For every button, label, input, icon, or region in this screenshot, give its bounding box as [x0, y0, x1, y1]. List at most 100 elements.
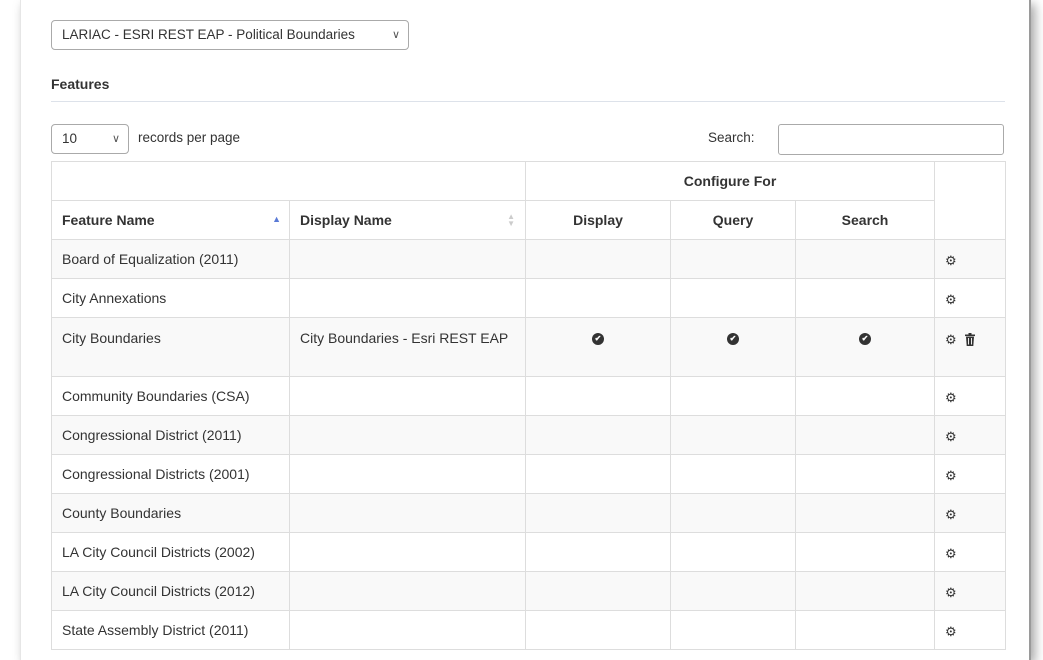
search-cell	[794, 571, 936, 611]
feature-name-cell: City Annexations	[51, 278, 290, 318]
page-length-select[interactable]: 10 ∨	[51, 124, 129, 154]
display-cell	[525, 278, 671, 318]
check-circle-icon: ✔	[859, 333, 871, 346]
check-circle-icon: ✔	[727, 333, 739, 346]
chevron-down-icon: ∨	[391, 29, 400, 41]
gear-icon[interactable]: ⚙	[945, 293, 957, 306]
table-row: State Assembly District (2011) ⚙	[51, 610, 1007, 650]
display-name-cell	[289, 532, 526, 572]
gear-icon[interactable]: ⚙	[945, 254, 957, 267]
section-divider	[51, 101, 1005, 102]
display-name-cell	[289, 415, 526, 455]
query-cell	[670, 278, 796, 318]
display-name-cell	[289, 493, 526, 533]
display-name-cell	[289, 278, 526, 318]
query-cell	[670, 454, 796, 494]
display-name-cell	[289, 454, 526, 494]
display-name-cell	[289, 239, 526, 279]
display-cell	[525, 610, 671, 650]
column-header-display-name[interactable]: Display Name ▲ ▼	[289, 200, 526, 240]
gear-icon[interactable]: ⚙	[945, 586, 957, 599]
search-cell	[794, 532, 936, 572]
table-row: LA City Council Districts (2012) ⚙	[51, 571, 1007, 611]
search-cell	[794, 415, 936, 455]
query-cell: ✔	[670, 317, 796, 377]
actions-cell: ⚙	[934, 493, 1007, 533]
search-cell	[794, 454, 936, 494]
display-name-cell	[289, 610, 526, 650]
display-cell	[525, 239, 671, 279]
column-header-feature-name[interactable]: Feature Name ▲	[51, 200, 290, 240]
query-cell	[670, 376, 796, 416]
header-spacer	[51, 161, 526, 201]
feature-name-cell: Board of Equalization (2011)	[51, 239, 290, 279]
page-frame: LARIAC - ESRI REST EAP - Political Bound…	[20, 0, 1031, 660]
table-row: Community Boundaries (CSA) ⚙	[51, 376, 1007, 416]
actions-cell: ⚙	[934, 532, 1007, 572]
search-cell: ✔	[794, 317, 936, 377]
feature-name-cell: Congressional District (2011)	[51, 415, 290, 455]
query-cell	[670, 532, 796, 572]
table-row: LA City Council Districts (2002) ⚙	[51, 532, 1007, 572]
gear-icon[interactable]: ⚙	[945, 430, 957, 443]
feature-name-cell: Congressional Districts (2001)	[51, 454, 290, 494]
gear-icon[interactable]: ⚙	[945, 391, 957, 404]
feature-name-cell: State Assembly District (2011)	[51, 610, 290, 650]
table-row: Congressional Districts (2001) ⚙	[51, 454, 1007, 494]
search-cell	[794, 376, 936, 416]
query-cell	[670, 415, 796, 455]
column-label: Feature Name	[62, 212, 155, 228]
actions-cell: ⚙	[934, 239, 1007, 279]
page-length-label: records per page	[138, 130, 241, 145]
gear-icon[interactable]: ⚙	[945, 547, 957, 560]
display-name-cell	[289, 571, 526, 611]
column-header-display: Display	[525, 200, 671, 240]
feature-name-cell: City Boundaries	[51, 317, 290, 377]
display-cell: ✔	[525, 317, 671, 377]
actions-cell: ⚙	[934, 317, 1007, 377]
actions-header	[934, 161, 1007, 240]
chevron-down-icon: ∨	[111, 133, 120, 145]
table-row: Board of Equalization (2011) ⚙	[51, 239, 1007, 279]
actions-cell: ⚙	[934, 571, 1007, 611]
feature-name-cell: LA City Council Districts (2012)	[51, 571, 290, 611]
table-row: County Boundaries ⚙	[51, 493, 1007, 533]
sort-asc-icon: ▲	[272, 214, 281, 224]
sort-both-icon: ▲ ▼	[507, 212, 515, 228]
source-select-value: LARIAC - ESRI REST EAP - Political Bound…	[62, 27, 355, 42]
search-cell	[794, 239, 936, 279]
actions-cell: ⚙	[934, 278, 1007, 318]
table-row: City Boundaries City Boundaries - Esri RE…	[51, 317, 1007, 377]
gear-icon[interactable]: ⚙	[945, 625, 957, 638]
column-header-search: Search	[794, 200, 936, 240]
search-input[interactable]	[778, 124, 1004, 155]
query-cell	[670, 610, 796, 650]
display-cell	[525, 415, 671, 455]
feature-name-cell: County Boundaries	[51, 493, 290, 533]
display-cell	[525, 532, 671, 572]
table-body: Board of Equalization (2011) ⚙ City Annexa…	[51, 239, 1007, 650]
actions-cell: ⚙	[934, 415, 1007, 455]
query-cell	[670, 493, 796, 533]
column-label: Display Name	[300, 212, 392, 228]
column-header-query: Query	[670, 200, 796, 240]
section-title: Features	[51, 76, 110, 92]
query-cell	[670, 239, 796, 279]
search-label: Search:	[708, 130, 755, 145]
feature-name-cell: Community Boundaries (CSA)	[51, 376, 290, 416]
check-circle-icon: ✔	[592, 333, 604, 346]
configure-for-header: Configure For	[524, 161, 936, 201]
trash-icon[interactable]	[964, 332, 975, 346]
search-cell	[794, 278, 936, 318]
gear-icon[interactable]: ⚙	[945, 508, 957, 521]
source-select[interactable]: LARIAC - ESRI REST EAP - Political Bound…	[51, 20, 409, 50]
actions-cell: ⚙	[934, 610, 1007, 650]
display-cell	[525, 571, 671, 611]
actions-cell: ⚙	[934, 454, 1007, 494]
gear-icon[interactable]: ⚙	[945, 333, 957, 346]
display-cell	[525, 454, 671, 494]
search-cell	[794, 610, 936, 650]
table-row: City Annexations ⚙	[51, 278, 1007, 318]
table-row: Congressional District (2011) ⚙	[51, 415, 1007, 455]
gear-icon[interactable]: ⚙	[945, 469, 957, 482]
